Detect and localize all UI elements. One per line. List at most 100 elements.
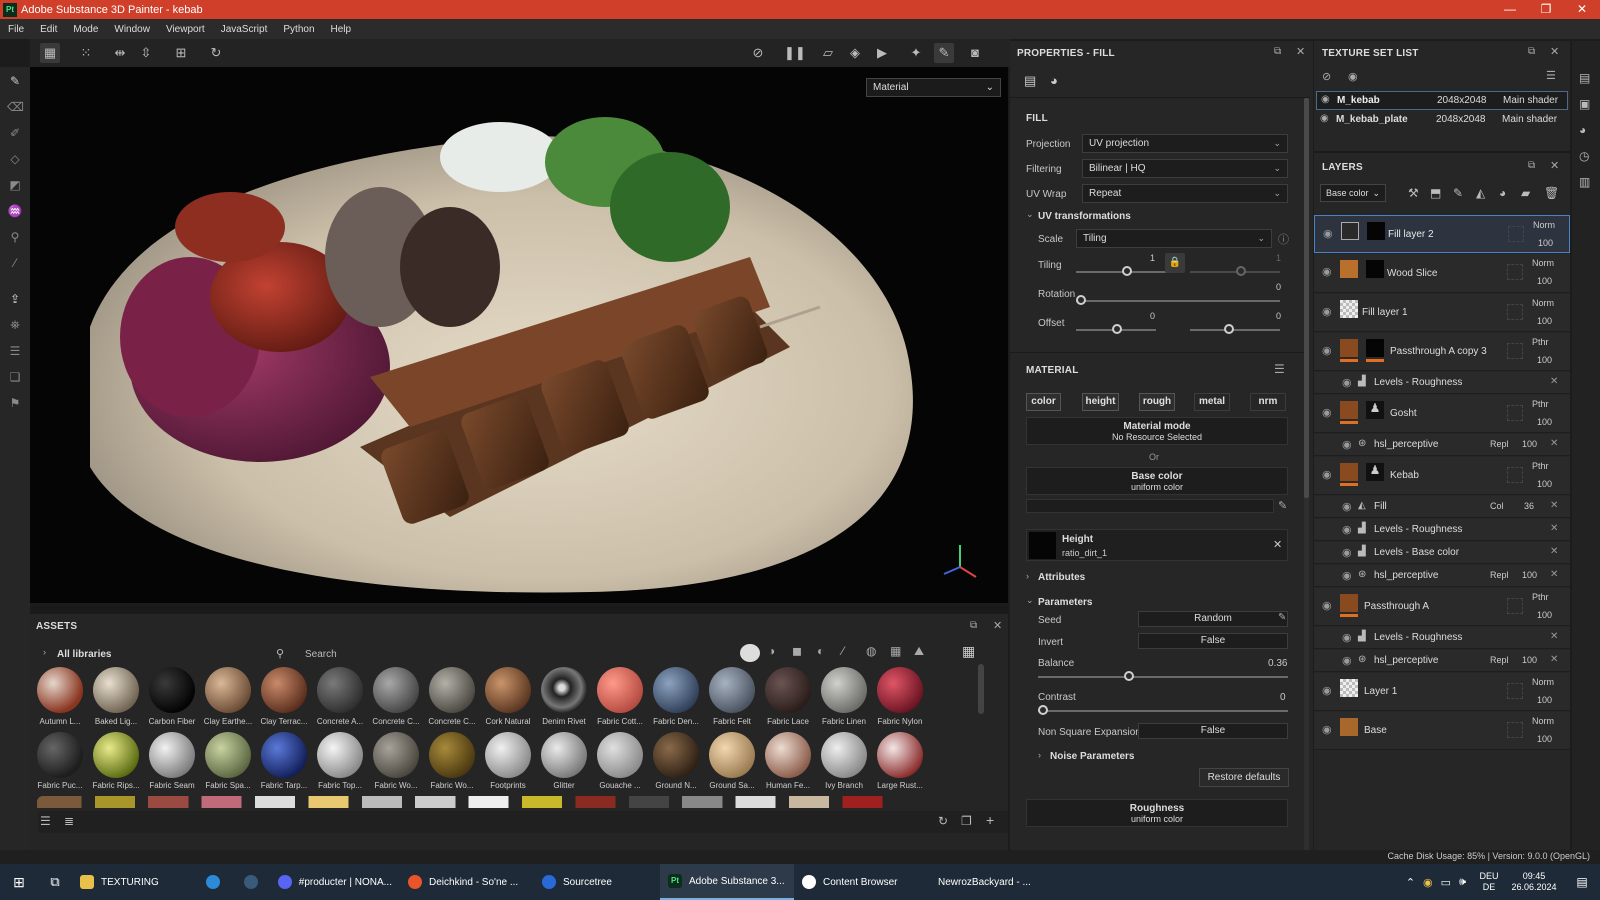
add-icon[interactable]: + <box>986 812 994 828</box>
offset-u-slider-handle[interactable] <box>1112 324 1122 334</box>
screenshot-icon[interactable]: ◙ <box>965 43 985 63</box>
channel-rough-button[interactable]: rough <box>1139 393 1175 411</box>
eye-icon[interactable]: ◉ <box>1342 631 1352 644</box>
contrast-slider-track[interactable] <box>1038 710 1288 712</box>
menu-file[interactable]: File <box>8 24 24 35</box>
parameters-header[interactable]: Parameters <box>1038 597 1092 608</box>
maximize-button[interactable]: ❐ <box>1528 0 1564 19</box>
asset-thumb[interactable] <box>765 667 811 713</box>
asset-thumb[interactable] <box>821 667 867 713</box>
balance-slider-track[interactable] <box>1038 676 1288 678</box>
close-icon[interactable]: ✕ <box>1550 654 1558 665</box>
opacity-value[interactable]: 100 <box>1522 655 1537 665</box>
eye-icon[interactable]: ◉ <box>1342 569 1352 582</box>
float-icon[interactable]: ⧉ <box>1274 46 1281 57</box>
uvwrap-select[interactable]: Repeat ⌄ <box>1082 184 1288 203</box>
asset-thumb[interactable] <box>205 667 251 713</box>
layer-channel-select[interactable]: Base color ⌄ <box>1320 184 1386 202</box>
info-icon[interactable]: ⓘ <box>1278 231 1289 247</box>
close-icon[interactable]: ✕ <box>1550 45 1559 58</box>
asset-thumb[interactable] <box>429 667 475 713</box>
tiling-value-2[interactable]: 1 <box>1276 253 1281 263</box>
learn-icon[interactable]: ⚑ <box>7 395 23 411</box>
opacity-value[interactable]: 100 <box>1537 734 1552 744</box>
eye-icon[interactable]: ◉ <box>1342 523 1352 536</box>
layer-row[interactable]: ◉ Layer 1 Norm 100 <box>1314 673 1570 711</box>
menu-python[interactable]: Python <box>283 24 314 35</box>
smudge-tool-icon[interactable]: ♒ <box>7 203 23 219</box>
geometry-icon[interactable]: ◩ <box>7 177 23 193</box>
taskbar-sourcetree[interactable]: Sourcetree <box>534 864 660 900</box>
folder-icon[interactable]: ❐ <box>961 814 972 828</box>
refresh-icon[interactable]: ↻ <box>938 814 948 828</box>
effect-row[interactable]: ◉ ▟ Levels - Roughness ✕ <box>1314 627 1570 649</box>
menu-edit[interactable]: Edit <box>40 24 57 35</box>
layer-row[interactable]: ◉ ♟ Kebab Pthr 100 <box>1314 457 1570 495</box>
contrast-value[interactable]: 0 <box>1280 692 1286 703</box>
asset-thumb[interactable] <box>821 732 867 778</box>
add-paint-layer-icon[interactable]: ✎ <box>1453 186 1463 200</box>
taskbar-firefox[interactable]: Deichkind - So'ne ... <box>400 864 534 900</box>
texture-set-shader[interactable]: Main shader <box>1502 114 1557 125</box>
3d-viewport[interactable] <box>30 67 1008 603</box>
contrast-slider-handle[interactable] <box>1038 705 1048 715</box>
float-icon[interactable]: ⧉ <box>970 620 977 631</box>
asset-thumb[interactable] <box>373 732 419 778</box>
nse-toggle[interactable]: False <box>1138 723 1288 739</box>
texture-set-row[interactable]: ◉ M_kebab 2048x2048 Main shader <box>1316 91 1568 110</box>
pause-icon[interactable]: ❚❚ <box>784 43 806 63</box>
effect-row[interactable]: ◉ ▟ Levels - Roughness ✕ <box>1314 519 1570 541</box>
opacity-value[interactable]: 100 <box>1537 417 1552 427</box>
taskbar-project[interactable]: NewrozBackyard - ... <box>926 864 1056 900</box>
history-icon[interactable]: ◷ <box>1579 149 1589 163</box>
asset-thumb[interactable] <box>541 732 587 778</box>
layer-row[interactable]: ◉ ♟ Gosht Pthr 100 <box>1314 395 1570 433</box>
asset-thumb[interactable] <box>429 732 475 778</box>
smart-material-layer-icon[interactable]: ◕ <box>1499 186 1506 200</box>
bake-icon[interactable]: ⛯ <box>7 317 23 333</box>
add-mask-icon[interactable]: ⬒ <box>1430 186 1441 200</box>
close-icon[interactable]: ✕ <box>1550 159 1559 172</box>
projection-select[interactable]: UV projection ⌄ <box>1082 134 1288 153</box>
asset-thumb[interactable] <box>317 667 363 713</box>
rotation-value[interactable]: 0 <box>1276 282 1281 292</box>
tiling-value[interactable]: 1 <box>1150 253 1155 263</box>
blend-mode[interactable]: Col <box>1490 501 1504 511</box>
notifications-icon[interactable]: ▤ <box>1564 864 1600 900</box>
generator-icon[interactable]: ◐ <box>817 644 824 658</box>
lock-icon[interactable]: 🔒 <box>1165 253 1185 273</box>
sculpt-icon[interactable]: ✦ <box>906 43 926 63</box>
uv-transformations-header[interactable]: UV transformations <box>1038 211 1131 222</box>
hide-all-icon[interactable]: ⊘ <box>1322 70 1331 83</box>
browser-edge-icon[interactable] <box>194 864 232 900</box>
blend-mode[interactable]: Pthr <box>1532 337 1549 347</box>
effect-row[interactable]: ◉ ⊛ hsl_perceptive Repl 100 ✕ <box>1314 434 1570 456</box>
properties-scroll-thumb[interactable] <box>1304 98 1309 498</box>
add-frame-icon[interactable]: ⊞ <box>171 43 191 63</box>
list-view-icon[interactable]: ☰ <box>40 814 51 828</box>
balance-value[interactable]: 0.36 <box>1268 658 1287 669</box>
material-mode-select[interactable]: Material ⌄ <box>866 78 1001 97</box>
base-color-swatch[interactable] <box>1026 499 1274 513</box>
texture-filter-icon[interactable]: ◍ <box>866 644 876 658</box>
blend-mode[interactable]: Norm <box>1532 677 1554 687</box>
effect-row[interactable]: ◉ ⊛ hsl_perceptive Repl 100 ✕ <box>1314 565 1570 587</box>
asset-thumb[interactable] <box>709 667 755 713</box>
detail-view-icon[interactable]: ≣ <box>64 814 74 828</box>
eye-icon[interactable]: ◉ <box>1322 599 1332 612</box>
asset-thumb[interactable] <box>373 667 419 713</box>
taskbar-substance[interactable]: Pt Adobe Substance 3... <box>660 864 794 900</box>
effect-icon[interactable]: ⚒ <box>1408 186 1419 200</box>
eye-icon[interactable]: ◉ <box>1322 406 1332 419</box>
eye-icon[interactable]: ◉ <box>1320 113 1329 124</box>
opacity-value[interactable]: 100 <box>1537 610 1552 620</box>
asset-thumb[interactable] <box>485 667 531 713</box>
blend-mode[interactable]: Pthr <box>1532 461 1549 471</box>
rotation-slider-track[interactable] <box>1076 300 1280 302</box>
fill-tab-icon[interactable]: ▤ <box>1024 73 1040 89</box>
asset-thumb[interactable] <box>709 732 755 778</box>
chevron-right-icon[interactable]: › <box>1026 571 1029 581</box>
taskbar-texturing[interactable]: TEXTURING <box>72 864 194 900</box>
asset-thumb[interactable] <box>205 732 251 778</box>
texture-set-icon[interactable]: ▤ <box>1579 71 1590 85</box>
